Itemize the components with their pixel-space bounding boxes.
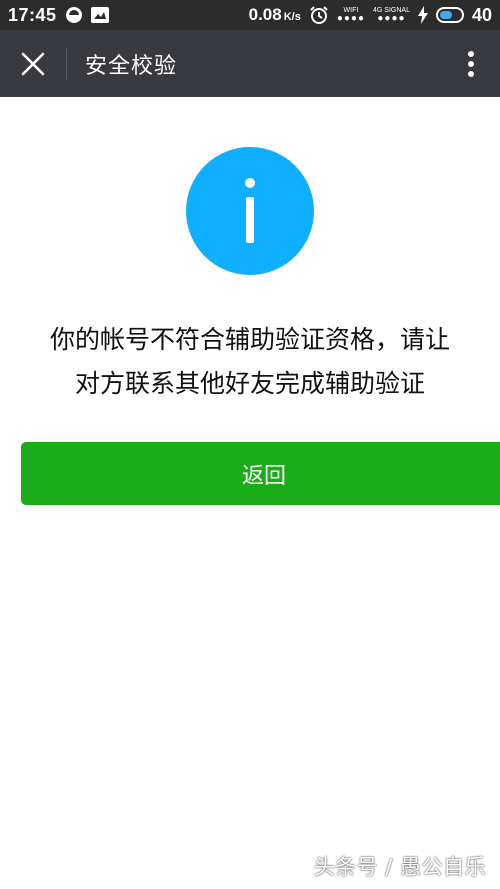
more-options-button[interactable] xyxy=(442,30,500,97)
watermark-text: 头条号 / 愚公自乐 xyxy=(313,855,486,879)
app-notification-icon xyxy=(65,6,83,24)
signal-dots-icon: ●●●● xyxy=(377,12,406,24)
status-bar: 17:45 0.08 K/s WIFI ●●●● 4G SIGNAL ●●●● … xyxy=(0,0,500,30)
message-line-2: 对方联系其他好友完成辅助验证 xyxy=(74,369,425,398)
battery-level: 40 xyxy=(471,4,492,25)
charging-bolt-icon xyxy=(417,6,428,24)
network-speed: 0.08 K/s xyxy=(249,5,301,25)
verification-message: 你的帐号不符合辅助验证资格，请让 对方联系其他好友完成辅助验证 xyxy=(0,318,500,406)
close-button[interactable] xyxy=(0,30,66,97)
info-icon xyxy=(186,147,314,275)
title-divider xyxy=(66,46,67,81)
close-icon xyxy=(21,52,45,75)
status-time: 17:45 xyxy=(8,4,57,25)
signal-indicator: 4G SIGNAL ●●●● xyxy=(373,7,410,24)
more-vertical-icon xyxy=(468,50,474,77)
message-line-1: 你的帐号不符合辅助验证资格，请让 xyxy=(49,325,450,354)
return-button[interactable]: 返回 xyxy=(21,442,500,505)
network-speed-value: 0.08 xyxy=(248,5,282,24)
alarm-clock-icon xyxy=(309,5,329,25)
wifi-indicator: WIFI ●●●● xyxy=(337,7,365,24)
network-speed-unit: K/s xyxy=(283,11,301,23)
page-title: 安全校验 xyxy=(85,53,178,79)
wifi-dots-icon: ●●●● xyxy=(336,12,365,24)
battery-icon xyxy=(435,7,464,23)
title-bar: 安全校验 xyxy=(0,30,500,97)
message-notification-icon xyxy=(90,7,109,23)
